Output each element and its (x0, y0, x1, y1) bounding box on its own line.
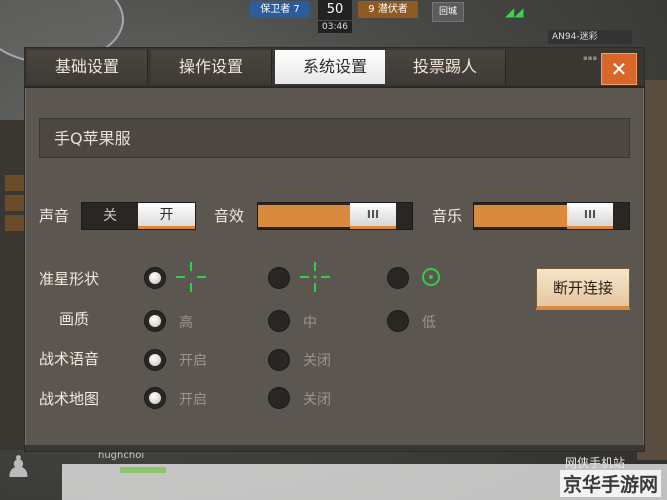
sfx-slider[interactable]: III (257, 202, 413, 230)
sound-off-option[interactable]: 关 (82, 203, 138, 229)
tactical-map-label: 战术地图 (39, 390, 100, 408)
tactical-map-on-label: 开启 (179, 392, 207, 408)
settings-panel: 基础设置 操作设置 系统设置 投票踢人 ▪▪▪ ✕ 手Q苹果服 声音 关 开 音… (24, 47, 645, 452)
panel-bottom-edge (25, 445, 644, 451)
weapon-name: AN94-迷彩 (548, 30, 632, 44)
hud-return-button[interactable]: 回城 (432, 2, 464, 22)
crosshair-option-1-radio[interactable] (144, 267, 166, 289)
crosshair-option-3-radio[interactable] (387, 267, 409, 289)
settings-tabbar: 基础设置 操作设置 系统设置 投票踢人 ▪▪▪ ✕ (25, 48, 644, 88)
music-label: 音乐 (432, 207, 463, 225)
team-left-score: 保卫者 7 (250, 1, 310, 18)
tab-basic-settings[interactable]: 基础设置 (27, 50, 148, 84)
tactical-map-on-radio[interactable] (144, 387, 166, 409)
quality-high-radio[interactable] (144, 310, 166, 332)
sound-on-option[interactable]: 开 (138, 203, 195, 229)
grip-icon: ▪▪▪ (583, 54, 598, 62)
crosshair-label: 准星形状 (39, 270, 100, 288)
team-right-score: 9 潜伏者 (358, 1, 418, 18)
crosshair-circle-icon (422, 268, 440, 286)
music-slider[interactable]: III (473, 202, 630, 230)
hp-value: 100 (170, 465, 188, 475)
ac-value: 0 (170, 482, 176, 492)
tactical-map-off-radio[interactable] (268, 387, 290, 409)
quality-low-radio[interactable] (387, 310, 409, 332)
sfx-label: 音效 (214, 207, 245, 225)
crosshair-cross-dot-icon (300, 262, 330, 292)
tab-system-settings[interactable]: 系统设置 (275, 50, 396, 84)
quality-high-label: 高 (179, 315, 193, 331)
player-hud: ♟ hughchoi HP 100 AC 0 网侠手机站 京华手游网 (0, 450, 667, 500)
tab-vote-kick[interactable]: 投票踢人 (385, 50, 506, 84)
crosshair-option-2-radio[interactable] (268, 267, 290, 289)
quality-medium-label: 中 (303, 315, 317, 331)
quality-medium-radio[interactable] (268, 310, 290, 332)
voice-off-label: 关闭 (303, 353, 331, 369)
quality-low-label: 低 (422, 315, 436, 331)
quality-label: 画质 (59, 310, 90, 328)
crosshair-cross-icon (176, 262, 206, 292)
round-score: 50 (318, 0, 352, 20)
hp-label: HP (100, 465, 113, 475)
round-timer: 03:46 (318, 21, 352, 33)
wifi-signal-icon: ◢◢ (505, 5, 524, 19)
tab-control-settings[interactable]: 操作设置 (151, 50, 272, 84)
close-button[interactable]: ✕ (601, 53, 637, 85)
watermark-small: 网侠手机站 (565, 456, 626, 470)
sound-toggle[interactable]: 关 开 (81, 202, 196, 230)
sfx-slider-handle[interactable]: III (350, 203, 396, 229)
player-soldier-icon: ♟ (5, 450, 32, 485)
server-name: 手Q苹果服 (39, 118, 630, 158)
watermark: 京华手游网 (559, 470, 661, 497)
sound-label: 声音 (39, 207, 70, 225)
voice-label: 战术语音 (39, 350, 100, 368)
voice-off-radio[interactable] (268, 349, 290, 371)
voice-on-radio[interactable] (144, 349, 166, 371)
tactical-map-off-label: 关闭 (303, 392, 331, 408)
voice-on-label: 开启 (179, 353, 207, 369)
music-slider-handle[interactable]: III (567, 203, 613, 229)
hp-bar (120, 467, 166, 473)
ac-label: AC (100, 482, 113, 492)
disconnect-button[interactable]: 断开连接 (536, 268, 630, 310)
